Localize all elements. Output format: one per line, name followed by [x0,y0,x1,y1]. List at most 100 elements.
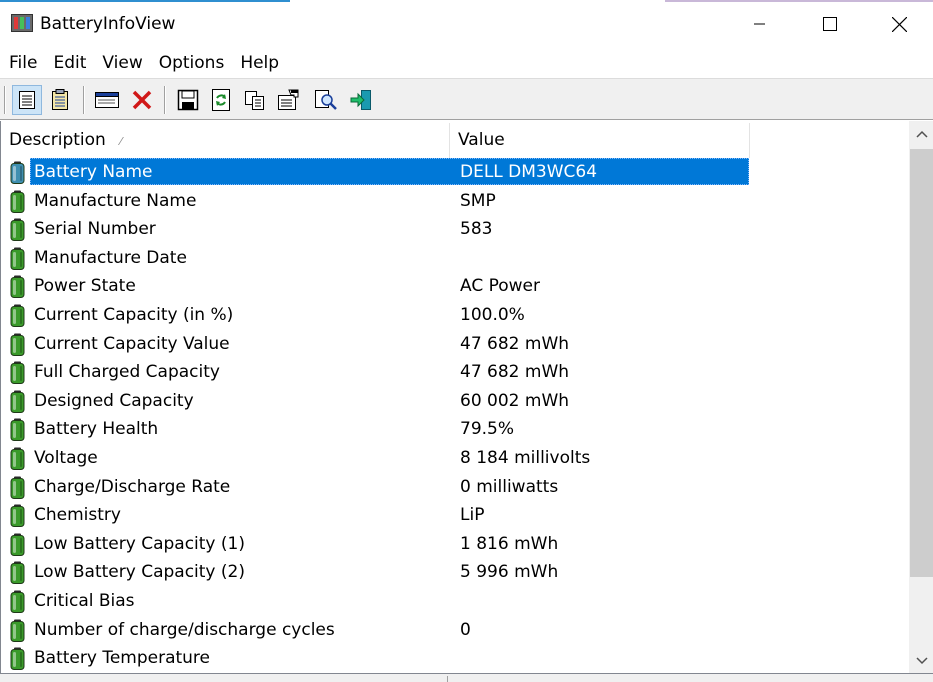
list-row[interactable]: Power State AC Power [1,272,909,301]
column-header-description[interactable]: Description ⁄ [1,123,450,158]
refresh-icon [212,89,230,111]
properties-button[interactable] [274,85,304,115]
row-value: AC Power [460,276,541,297]
list-row[interactable]: Battery Name DELL DM3WC64 [1,158,909,187]
column-header-value[interactable]: Value [450,123,750,158]
row-value: 8 184 millivolts [460,447,591,468]
list-row[interactable]: Current Capacity (in %) 100.0% [1,301,909,330]
exit-icon [350,90,371,110]
list-row[interactable]: Current Capacity Value 47 682 mWh [1,330,909,359]
list-row[interactable]: Critical Bias [1,587,909,616]
row-value: DELL DM3WC64 [460,162,598,182]
row-value: 0 [460,619,471,640]
window-title: BatteryInfoView [40,14,176,34]
list-row[interactable]: Charge/Discharge Rate 0 milliwatts [1,473,909,502]
row-value: 1 816 mWh [460,533,559,554]
list-row[interactable]: Designed Capacity 60 002 mWh [1,387,909,416]
battery-icon [10,161,25,184]
close-button[interactable] [864,0,933,48]
find-button[interactable] [311,85,341,115]
battery-icon [10,390,25,413]
row-value [451,244,460,272]
list-row[interactable]: Chemistry LiP [1,501,909,530]
menu-file[interactable]: File [1,49,45,77]
battery-icon [10,561,25,585]
row-description: Low Battery Capacity (1) [34,533,245,554]
battery-icon [10,619,25,642]
sort-indicator-icon: ⁄ [120,135,122,148]
title-accent-line [0,0,290,2]
vertical-scrollbar[interactable] [909,121,933,673]
list-row[interactable]: Battery Health 79.5% [1,415,909,444]
copy-button[interactable] [240,85,270,115]
save-icon [177,89,199,111]
battery-icon [10,275,25,299]
column-header-value-label: Value [458,130,505,150]
menu-options[interactable]: Options [151,49,233,77]
list-row[interactable]: Voltage 8 184 millivolts [1,444,909,473]
properties-grid-view-button[interactable] [12,85,42,115]
exit-button[interactable] [346,85,376,115]
display-window-button[interactable] [92,85,122,115]
row-description: Manufacture Date [34,247,187,268]
chevron-down-icon [915,656,928,664]
display-window-icon [95,92,119,108]
row-description: Charge/Discharge Rate [34,476,231,497]
delete-icon [132,90,152,110]
row-value: SMP [460,190,496,211]
row-description: Current Capacity (in %) [34,304,234,325]
maximize-icon [823,17,837,31]
toolbar [0,78,933,120]
row-description: Voltage [34,447,98,468]
maximize-button[interactable] [795,0,865,48]
row-value [451,587,460,615]
battery-info-list[interactable]: Description ⁄ Value Battery Name DELL DM3… [0,121,933,674]
list-row[interactable]: Manufacture Date [1,244,909,273]
battery-icon [10,190,25,213]
row-value: 100.0% [460,304,525,325]
list-row[interactable]: Full Charged Capacity 47 682 mWh [1,358,909,387]
list-row[interactable]: Low Battery Capacity (2) 5 996 mWh [1,558,909,587]
copy-icon [245,91,264,110]
delete-button[interactable] [127,85,157,115]
status-bar-divider [447,676,448,682]
refresh-button[interactable] [206,85,236,115]
row-description: Critical Bias [34,590,135,611]
list-row[interactable]: Low Battery Capacity (1) 1 816 mWh [1,530,909,559]
battery-icon [10,590,25,613]
battery-icon [10,304,25,327]
minimize-button[interactable] [725,0,795,48]
battery-icon [10,361,25,385]
menu-view[interactable]: View [94,49,150,77]
scroll-down-button[interactable] [909,648,933,673]
row-value: 583 [460,219,493,240]
properties-grid-view-icon [19,91,35,109]
row-description: Number of charge/discharge cycles [34,619,335,640]
row-description: Full Charged Capacity [34,362,220,383]
close-icon [891,16,907,32]
scrollbar-thumb[interactable] [910,149,933,577]
row-description: Battery Temperature [34,648,211,669]
log-view-icon [52,89,68,110]
properties-icon [278,89,299,110]
menu-bar: File Edit View Options Help [0,48,933,78]
menu-edit[interactable]: Edit [45,49,94,77]
list-row[interactable]: Battery Temperature [1,644,909,673]
row-description: Low Battery Capacity (2) [34,562,245,583]
row-description: Power State [34,276,136,297]
save-button[interactable] [173,85,203,115]
row-value: LiP [460,505,485,526]
row-description: Battery Health [34,419,159,440]
row-description: Battery Name [34,162,153,182]
battery-icon [10,647,25,671]
menu-help[interactable]: Help [232,49,287,77]
log-view-button[interactable] [45,85,75,115]
find-icon [315,90,337,110]
list-row[interactable]: Manufacture Name SMP [1,187,909,216]
minimize-icon [754,23,765,25]
scroll-up-button[interactable] [909,121,933,146]
list-row[interactable]: Serial Number 583 [1,215,909,244]
row-description: Designed Capacity [34,390,194,411]
row-value: 47 682 mWh [460,362,570,383]
list-row[interactable]: Number of charge/discharge cycles 0 [1,616,909,645]
